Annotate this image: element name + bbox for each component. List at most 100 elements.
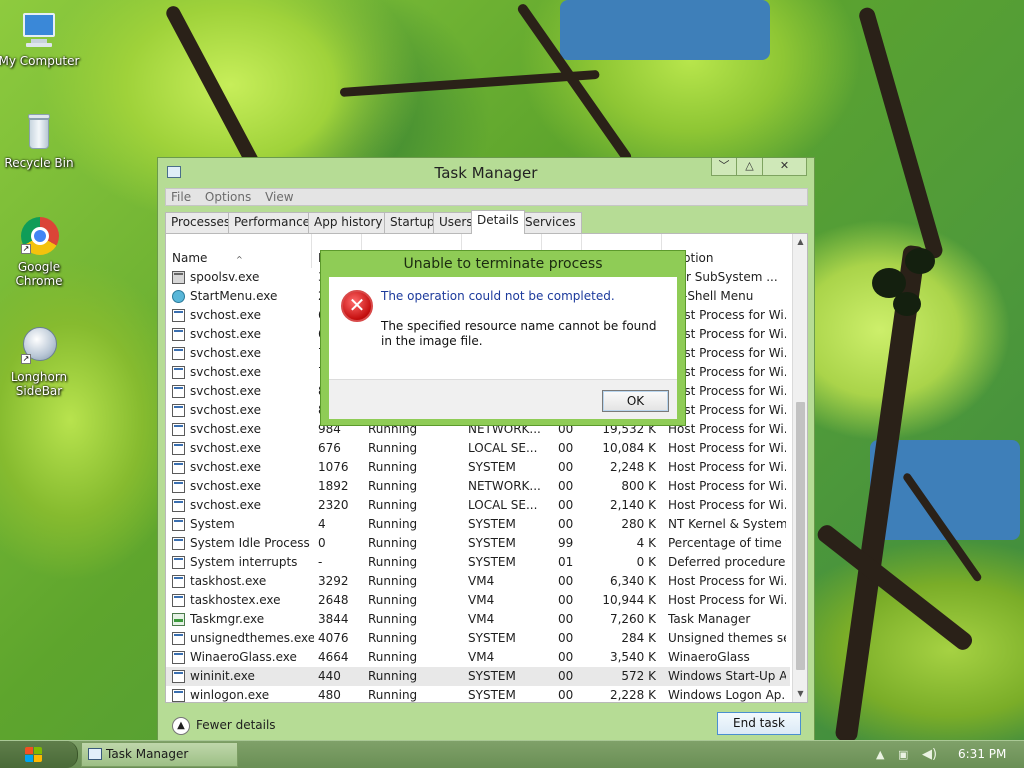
- table-row[interactable]: svchost.exe 2320 Running LOCAL SE... 00 2,140…: [166, 496, 790, 515]
- menu-file[interactable]: File: [166, 189, 196, 205]
- volume-icon[interactable]: ◀): [922, 741, 937, 768]
- table-row[interactable]: svchost.exe 1892 Running NETWORK... 00 800 K H…: [166, 477, 790, 496]
- scrollbar-thumb[interactable]: [796, 402, 805, 670]
- process-description: WinaeroGlass: [668, 650, 750, 664]
- process-cpu: 00: [558, 669, 574, 683]
- end-task-button[interactable]: End task: [717, 712, 801, 735]
- process-memory: 4 K: [636, 536, 656, 550]
- process-pid: 4076: [318, 631, 349, 645]
- menu-bar: File Options View: [165, 188, 808, 206]
- dialog-body: ✕ The operation could not be completed. …: [329, 277, 677, 379]
- process-pid: 1892: [318, 479, 349, 493]
- process-cpu: 00: [558, 593, 574, 607]
- process-icon: [172, 423, 185, 436]
- process-memory: 280 K: [621, 517, 656, 531]
- process-user: VM4: [468, 650, 495, 664]
- process-description: Host Process for Wi...: [668, 441, 786, 455]
- task-manager-icon: [172, 613, 185, 626]
- start-button[interactable]: [0, 741, 78, 768]
- process-name: taskhost.exe: [190, 574, 267, 588]
- chevron-up-icon[interactable]: ▲: [876, 741, 884, 768]
- process-status: Running: [368, 688, 418, 702]
- process-icon: [172, 518, 185, 531]
- process-name: winlogon.exe: [190, 688, 270, 702]
- process-memory: 800 K: [621, 479, 656, 493]
- process-memory: 7,260 K: [609, 612, 656, 626]
- process-memory: 2,228 K: [609, 688, 656, 702]
- fewer-details-label: Fewer details: [196, 718, 276, 732]
- clock[interactable]: 6:31 PM: [958, 741, 1006, 768]
- process-description: Task Manager: [668, 612, 751, 626]
- minimize-button[interactable]: ﹀: [711, 158, 737, 176]
- process-icon: [172, 689, 185, 702]
- menu-view[interactable]: View: [260, 189, 298, 205]
- desktop-icon-my-computer[interactable]: My Computer: [0, 10, 81, 68]
- maximize-button[interactable]: △: [737, 158, 763, 176]
- column-header-label: Name: [172, 251, 208, 265]
- desktop-icon-recycle-bin[interactable]: Recycle Bin: [0, 112, 81, 170]
- process-icon: [172, 309, 185, 322]
- process-pid: 2648: [318, 593, 349, 607]
- process-pid: -: [318, 555, 323, 569]
- tab-details[interactable]: Details: [471, 210, 525, 234]
- close-button[interactable]: ✕: [763, 158, 807, 176]
- table-row[interactable]: winlogon.exe 480 Running SYSTEM 00 2,228 K Win…: [166, 686, 790, 702]
- process-cpu: 00: [558, 498, 574, 512]
- tab-services[interactable]: Services: [519, 212, 582, 233]
- desktop-icon-longhorn-sidebar[interactable]: ↗ Longhorn SideBar: [0, 326, 81, 398]
- table-row[interactable]: taskhostex.exe 2648 Running VM4 00 10,944 K Ho…: [166, 591, 790, 610]
- process-name: svchost.exe: [190, 384, 261, 398]
- process-user: SYSTEM: [468, 631, 516, 645]
- menu-options[interactable]: Options: [200, 189, 256, 205]
- process-name: System interrupts: [190, 555, 298, 569]
- scroll-down-icon[interactable]: ▼: [793, 686, 807, 702]
- table-row[interactable]: System 4 Running SYSTEM 00 280 K NT Kernel & S…: [166, 515, 790, 534]
- process-name: svchost.exe: [190, 479, 261, 493]
- table-row[interactable]: unsignedthemes.exe 4076 Running SYSTEM 00 284…: [166, 629, 790, 648]
- process-pid: 0: [318, 536, 326, 550]
- process-name: System Idle Process: [190, 536, 310, 550]
- process-description: NT Kernel & System: [668, 517, 786, 531]
- error-dialog[interactable]: Unable to terminate process ✕ The operat…: [320, 250, 686, 426]
- process-memory: 3,540 K: [609, 650, 656, 664]
- process-description: Windows Logon Ap...: [668, 688, 786, 702]
- desktop-icon-label: Google Chrome: [15, 260, 63, 288]
- process-icon: [172, 575, 185, 588]
- process-status: Running: [368, 479, 418, 493]
- wallpaper-berry: [893, 292, 921, 316]
- process-memory: 10,084 K: [602, 441, 656, 455]
- process-name: svchost.exe: [190, 460, 261, 474]
- tab-app-history[interactable]: App history: [308, 212, 389, 233]
- taskbar-item-task-manager[interactable]: Task Manager: [81, 742, 238, 767]
- process-description: Deferred procedure ...: [668, 555, 786, 569]
- table-row[interactable]: svchost.exe 676 Running LOCAL SE... 00 10,084…: [166, 439, 790, 458]
- table-row[interactable]: System interrupts - Running SYSTEM 01 0 K Defe…: [166, 553, 790, 572]
- process-cpu: 00: [558, 612, 574, 626]
- process-status: Running: [368, 441, 418, 455]
- table-row[interactable]: WinaeroGlass.exe 4664 Running VM4 00 3,540 K W…: [166, 648, 790, 667]
- network-icon[interactable]: ▣: [898, 741, 908, 768]
- table-row[interactable]: wininit.exe 440 Running SYSTEM 00 572 K Window…: [166, 667, 790, 686]
- process-pid: 2320: [318, 498, 349, 512]
- vertical-scrollbar[interactable]: ▲ ▼: [792, 234, 807, 702]
- table-row[interactable]: svchost.exe 1076 Running SYSTEM 00 2,248 K Hos…: [166, 458, 790, 477]
- scroll-up-icon[interactable]: ▲: [793, 234, 807, 250]
- process-icon: [172, 537, 185, 550]
- process-user: SYSTEM: [468, 536, 516, 550]
- wallpaper-branch: [339, 69, 600, 97]
- process-description: Host Process for Wi...: [668, 574, 786, 588]
- task-manager-window[interactable]: Task Manager ﹀ △ ✕ File Options View Pro…: [157, 157, 815, 742]
- process-name: svchost.exe: [190, 365, 261, 379]
- table-row[interactable]: Taskmgr.exe 3844 Running VM4 00 7,260 K Task M…: [166, 610, 790, 629]
- desktop-icon-google-chrome[interactable]: ↗ Google Chrome: [0, 216, 81, 288]
- computer-icon: [18, 10, 60, 52]
- process-icon: [172, 499, 185, 512]
- fewer-details-button[interactable]: ▲ Fewer details: [172, 715, 276, 735]
- sidebar-icon: ↗: [18, 326, 60, 368]
- tab-performance[interactable]: Performance: [228, 212, 317, 233]
- tab-processes[interactable]: Processes: [165, 212, 237, 233]
- table-row[interactable]: taskhost.exe 3292 Running VM4 00 6,340 K Host …: [166, 572, 790, 591]
- table-row[interactable]: System Idle Process 0 Running SYSTEM 99 4 K Pe…: [166, 534, 790, 553]
- ok-button[interactable]: OK: [602, 390, 669, 412]
- column-header-name[interactable]: ^ Name: [166, 234, 312, 268]
